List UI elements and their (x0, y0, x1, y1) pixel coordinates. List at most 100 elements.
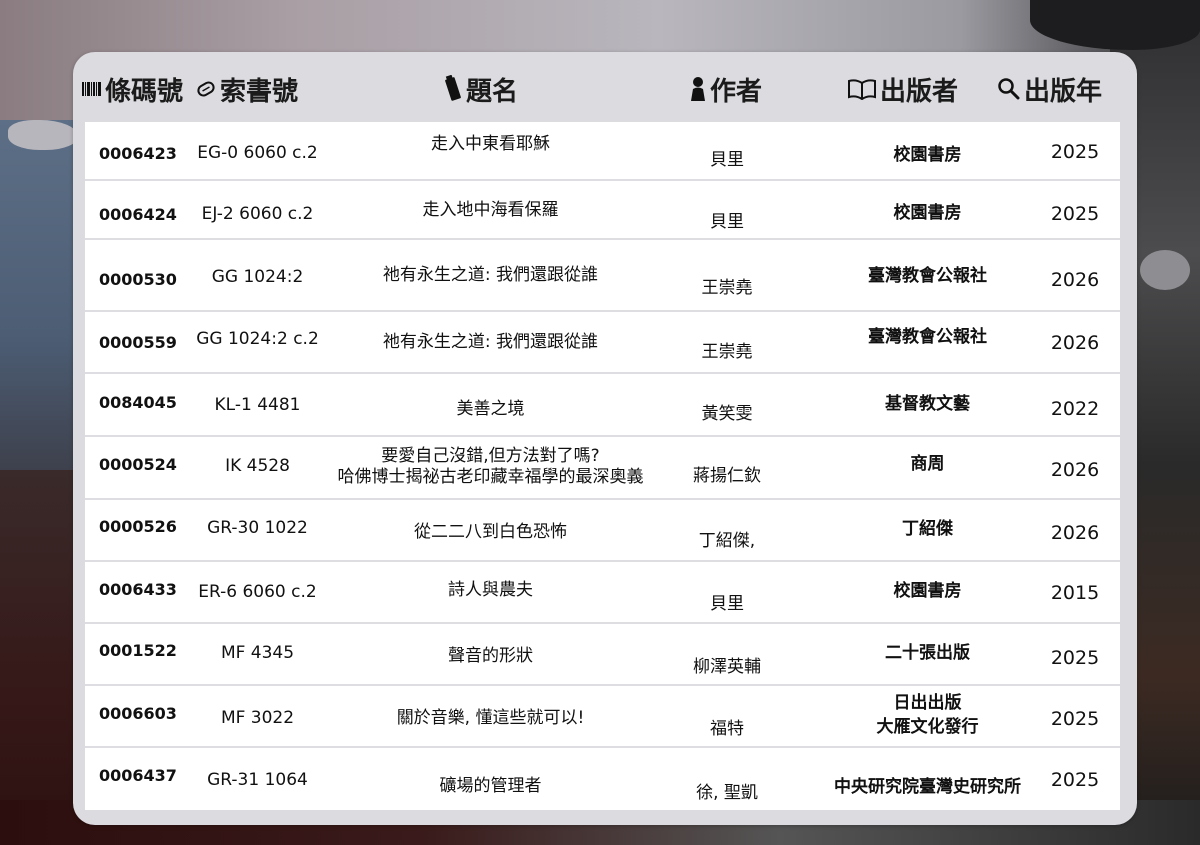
table-row[interactable]: 0006423 EG-0 6060 c.2 走入中東看耶穌 貝里 校園書房 20… (85, 122, 1120, 181)
publisher-cell: 校園書房 (795, 579, 1060, 603)
table-row[interactable]: 0084045 KL-1 4481 美善之境 黃笑雯 基督教文藝 2022 (85, 374, 1120, 437)
header-call-number[interactable]: 索書號 (195, 72, 299, 107)
header-barcode[interactable]: 條碼號 (82, 72, 184, 107)
title-cell[interactable]: 祂有永生之道: 我們還跟從誰 (303, 332, 678, 353)
title-line: 走入地中海看保羅 (422, 200, 559, 220)
publisher-line: 日出出版 (893, 693, 962, 713)
book-icon (847, 78, 877, 100)
table-header: 條碼號 索書號 題名 作者 出版者 出版年 (73, 52, 1137, 122)
title-line: 關於音樂, 懂這些就可以! (396, 708, 585, 728)
search-icon (997, 77, 1021, 101)
title-line: 哈佛博士揭祕古老印藏幸福學的最深奧義 (337, 467, 644, 487)
table-row[interactable]: 0006437 GR-31 1064 礦場的管理者 徐, 聖凱 中央研究院臺灣史… (85, 748, 1120, 810)
author-cell: 貝里 (710, 594, 744, 614)
author-cell: 王崇堯 (701, 342, 753, 362)
header-title-label: 題名 (466, 76, 519, 107)
table-row[interactable]: 0000559 GG 1024:2 c.2 祂有永生之道: 我們還跟從誰 王崇堯… (85, 312, 1120, 374)
barcode-cell: 0006424 (99, 205, 177, 224)
barcode-cell: 0084045 (99, 393, 177, 412)
year-cell: 2025 (1050, 203, 1100, 225)
publisher-cell: 臺灣教會公報社 (795, 325, 1060, 349)
title-cell[interactable]: 關於音樂, 懂這些就可以! (303, 708, 678, 729)
title-cell[interactable]: 聲音的形狀 (303, 646, 678, 667)
table-row[interactable]: 0000526 GR-30 1022 從二二八到白色恐怖 丁紹傑, 丁紹傑 20… (85, 500, 1120, 562)
year-cell: 2025 (1050, 769, 1100, 791)
author-cell: 徐, 聖凱 (696, 783, 758, 803)
barcode-cell: 0006603 (99, 704, 177, 723)
year-cell: 2025 (1050, 647, 1100, 669)
year-cell: 2015 (1050, 582, 1100, 604)
year-cell: 2026 (1050, 522, 1100, 544)
author-cell: 丁紹傑, (698, 531, 756, 551)
background-patch (8, 120, 78, 150)
publisher-line: 商周 (910, 454, 945, 474)
publisher-line: 臺灣教會公報社 (868, 266, 987, 286)
title-cell[interactable]: 要愛自己沒錯,但方法對了嗎? 哈佛博士揭祕古老印藏幸福學的最深奧義 (303, 446, 678, 488)
catalog-card: 條碼號 索書號 題名 作者 出版者 出版年 0006423 EG-0 6060 … (73, 52, 1137, 825)
table-row[interactable]: 0006424 EJ-2 6060 c.2 走入地中海看保羅 貝里 校園書房 2… (85, 181, 1120, 240)
publisher-cell: 校園書房 (795, 201, 1060, 225)
barcode-cell: 0001522 (99, 641, 177, 660)
header-call-number-label: 索書號 (220, 76, 299, 107)
title-line: 美善之境 (456, 399, 525, 419)
header-author[interactable]: 作者 (689, 72, 763, 107)
barcode-cell: 0006423 (99, 144, 177, 163)
title-line: 要愛自己沒錯,但方法對了嗎? (381, 446, 600, 466)
year-cell: 2025 (1050, 141, 1100, 163)
table-row[interactable]: 0000530 GG 1024:2 祂有永生之道: 我們還跟從誰 王崇堯 臺灣教… (85, 240, 1120, 312)
title-cell[interactable]: 礦場的管理者 (303, 776, 678, 797)
header-publisher[interactable]: 出版者 (847, 72, 959, 107)
bookmark-icon (443, 75, 463, 103)
person-icon (689, 76, 707, 102)
publisher-line: 二十張出版 (885, 643, 970, 663)
title-line: 走入中東看耶穌 (431, 134, 550, 154)
year-cell: 2026 (1050, 269, 1100, 291)
publisher-cell: 商周 (795, 452, 1060, 476)
title-cell[interactable]: 從二二八到白色恐怖 (303, 522, 678, 543)
year-cell: 2026 (1050, 332, 1100, 354)
table-row[interactable]: 0006433 ER-6 6060 c.2 詩人與農夫 貝里 校園書房 2015 (85, 562, 1120, 624)
header-barcode-label: 條碼號 (105, 76, 184, 107)
header-author-label: 作者 (710, 76, 763, 107)
header-publisher-label: 出版者 (880, 76, 959, 107)
title-line: 祂有永生之道: 我們還跟從誰 (382, 265, 599, 285)
publisher-cell: 日出出版 大雁文化發行 (795, 691, 1060, 739)
publisher-line: 基督教文藝 (885, 394, 970, 414)
title-line: 從二二八到白色恐怖 (414, 522, 567, 542)
author-cell: 貝里 (710, 150, 744, 170)
table-row[interactable]: 0006603 MF 3022 關於音樂, 懂這些就可以! 福特 日出出版 大雁… (85, 686, 1120, 748)
title-cell[interactable]: 祂有永生之道: 我們還跟從誰 (303, 265, 678, 286)
title-cell[interactable]: 走入中東看耶穌 (303, 134, 678, 155)
header-year[interactable]: 出版年 (997, 72, 1102, 107)
author-cell: 王崇堯 (701, 278, 753, 298)
catalog-table: 0006423 EG-0 6060 c.2 走入中東看耶穌 貝里 校園書房 20… (85, 122, 1120, 810)
title-line: 祂有永生之道: 我們還跟從誰 (382, 332, 599, 352)
publisher-cell: 校園書房 (795, 143, 1060, 167)
barcode-cell: 0000530 (99, 270, 177, 289)
header-title[interactable]: 題名 (443, 72, 519, 107)
title-line: 詩人與農夫 (448, 580, 533, 600)
publisher-cell: 基督教文藝 (795, 392, 1060, 416)
publisher-line: 校園書房 (893, 145, 962, 165)
publisher-line: 校園書房 (893, 581, 962, 601)
title-cell[interactable]: 詩人與農夫 (303, 580, 678, 601)
publisher-line: 大雁文化發行 (876, 717, 979, 737)
publisher-cell: 丁紹傑 (795, 517, 1060, 541)
publisher-line: 校園書房 (893, 203, 962, 223)
title-cell[interactable]: 走入地中海看保羅 (303, 200, 678, 221)
year-cell: 2022 (1050, 398, 1100, 420)
author-cell: 蔣揚仁欽 (693, 466, 761, 486)
author-cell: 柳澤英輔 (693, 657, 761, 677)
table-row[interactable]: 0000524 IK 4528 要愛自己沒錯,但方法對了嗎? 哈佛博士揭祕古老印… (85, 437, 1120, 500)
author-cell: 福特 (710, 719, 744, 739)
title-cell[interactable]: 美善之境 (303, 399, 678, 420)
publisher-cell: 二十張出版 (795, 641, 1060, 665)
year-cell: 2026 (1050, 459, 1100, 481)
publisher-line: 丁紹傑 (902, 519, 953, 539)
barcode-cell: 0006433 (99, 580, 177, 599)
barcode-cell: 0000526 (99, 517, 177, 536)
barcode-icon (82, 80, 102, 98)
title-line: 聲音的形狀 (448, 646, 533, 666)
table-row[interactable]: 0001522 MF 4345 聲音的形狀 柳澤英輔 二十張出版 2025 (85, 624, 1120, 686)
title-line: 礦場的管理者 (439, 776, 542, 796)
